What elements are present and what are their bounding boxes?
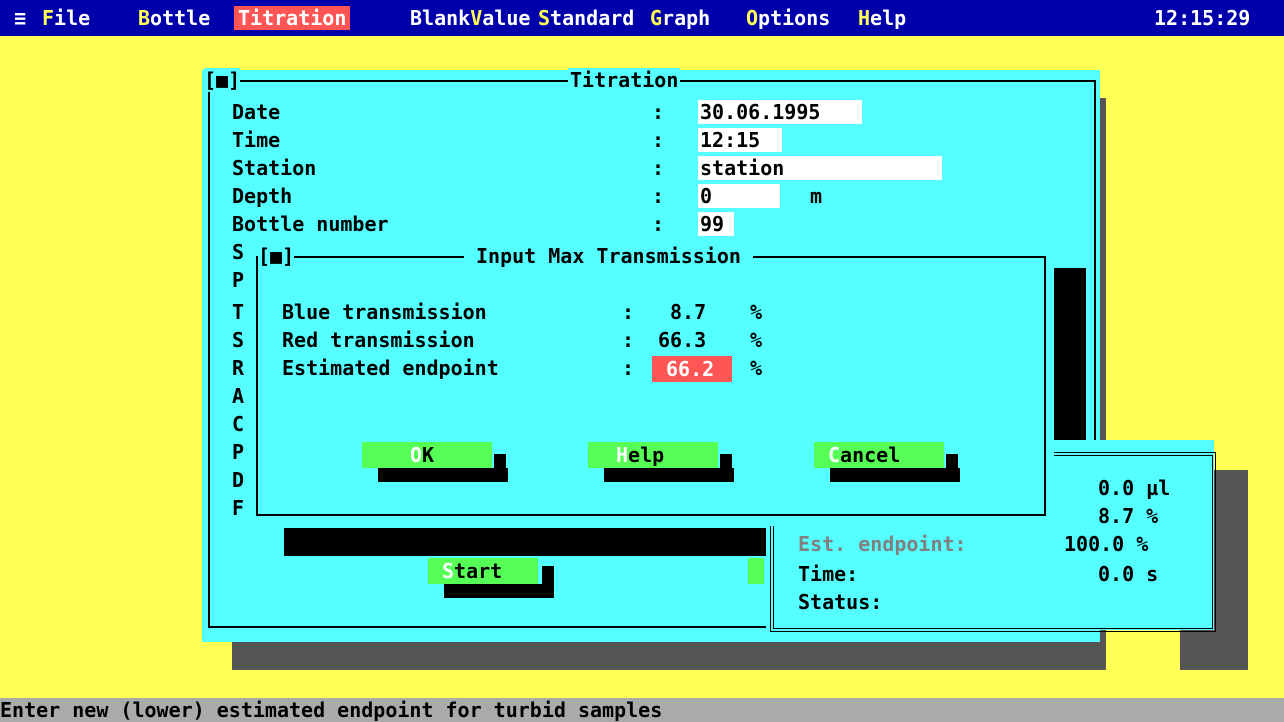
hidden-label: P [232, 440, 245, 464]
field-label-station: Station [232, 156, 317, 180]
field-label-date: Date [232, 100, 281, 124]
hidden-label: A [232, 384, 245, 408]
progress-bar-background [284, 528, 768, 556]
field-sep: : [652, 184, 665, 208]
bottle-number-field[interactable]: 99 [698, 212, 734, 236]
menu-blankvalue[interactable]: BlankValue [410, 6, 530, 30]
station-field[interactable]: station [698, 156, 942, 180]
hidden-label: F [232, 496, 245, 520]
titration-title: Titration [568, 68, 681, 92]
menu-file[interactable]: File [42, 6, 90, 30]
menu-bar: ≡ File Bottle Titration BlankValue Stand… [0, 0, 1284, 36]
cancel-button-shadow [946, 454, 958, 478]
hidden-label: C [232, 412, 245, 436]
field-label-bottle: Bottle number [232, 212, 389, 236]
ok-button-shadow [494, 454, 506, 478]
estimated-endpoint-input[interactable]: 66.2 [652, 356, 732, 382]
percent-unit: % [750, 356, 763, 380]
percent-unit: % [750, 300, 763, 324]
help-button-shadow [720, 454, 732, 478]
menu-options[interactable]: Options [746, 6, 830, 30]
titration-close-box[interactable]: [■] [204, 68, 241, 92]
cancel-button-shadow [830, 468, 960, 482]
blue-transmission-value: 8.7 [670, 300, 707, 324]
ok-button-shadow [378, 468, 508, 482]
hidden-label: P [232, 268, 245, 292]
start-button-shadow [444, 584, 554, 598]
cancel-button[interactable]: Cancel [814, 442, 944, 468]
red-transmission-value: 66.3 [658, 328, 707, 352]
menu-titration[interactable]: Titration [234, 6, 351, 30]
hidden-label: S [232, 328, 245, 352]
dialog-sep: : [622, 328, 635, 352]
percent-unit: % [750, 328, 763, 352]
dialog-shadow-right [1054, 268, 1086, 444]
est-endpoint-label: Est. endpoint: [798, 532, 967, 556]
estimated-endpoint-label: Estimated endpoint [282, 356, 499, 380]
help-button-shadow [604, 468, 734, 482]
red-transmission-label: Red transmission [282, 328, 475, 352]
help-button[interactable]: Help [588, 442, 718, 468]
dialog-title: Input Max Transmission [464, 244, 753, 268]
field-sep: : [652, 156, 665, 180]
start-button-shadow [542, 566, 554, 590]
volume-value: 0.0 µl [1098, 476, 1171, 500]
menu-graph[interactable]: Graph [650, 6, 710, 30]
menu-bottle[interactable]: Bottle [138, 6, 210, 30]
dialog-close-box[interactable]: [■] [258, 244, 295, 268]
dialog-sep: : [622, 300, 635, 324]
hidden-label: S [232, 240, 245, 264]
green-edge [748, 558, 764, 584]
status-bar: Enter new (lower) estimated endpoint for… [0, 698, 1284, 722]
field-sep: : [652, 128, 665, 152]
system-menu-icon[interactable]: ≡ [14, 6, 26, 30]
dialog-sep: : [622, 356, 635, 380]
field-sep: : [652, 212, 665, 236]
date-field[interactable]: 30.06.1995 [698, 100, 862, 124]
status-bar-text: Enter new (lower) estimated endpoint for… [0, 698, 663, 722]
time-value: 0.0 s [1098, 562, 1159, 586]
est-endpoint-value: 100.0 % [1064, 532, 1149, 556]
menu-standard[interactable]: Standard [538, 6, 634, 30]
field-label-depth: Depth [232, 184, 293, 208]
menu-help[interactable]: Help [858, 6, 906, 30]
clock: 12:15:29 [1154, 6, 1251, 30]
hidden-label: T [232, 300, 245, 324]
ok-button[interactable]: OK [362, 442, 492, 468]
time-label: Time: [798, 562, 859, 586]
start-button[interactable]: Start [428, 558, 538, 584]
depth-field[interactable]: 0 [698, 184, 780, 208]
field-sep: : [652, 100, 665, 124]
status-label: Status: [798, 590, 883, 614]
blue-transmission-label: Blue transmission [282, 300, 487, 324]
time-field[interactable]: 12:15 [698, 128, 782, 152]
depth-unit: m [810, 184, 823, 208]
blue-value: 8.7 % [1098, 504, 1159, 528]
field-label-time: Time [232, 128, 281, 152]
hidden-label: D [232, 468, 245, 492]
hidden-label: R [232, 356, 245, 380]
